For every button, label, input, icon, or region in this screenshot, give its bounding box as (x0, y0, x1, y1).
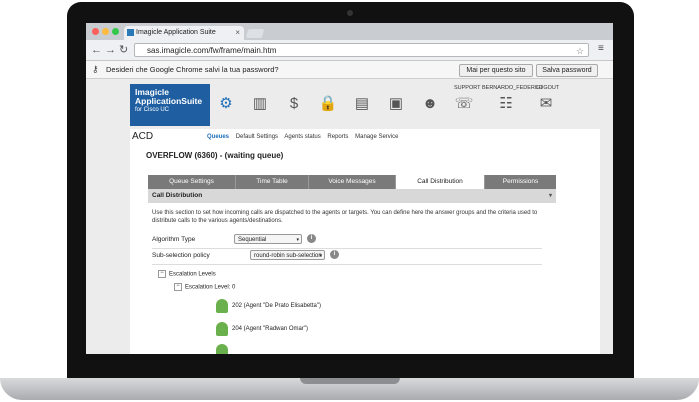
close-tab-icon[interactable]: × (235, 26, 240, 40)
chrome-menu-icon[interactable]: ≡ (598, 43, 604, 54)
brand-line3: for Cisco UC (135, 107, 170, 113)
tab-voice-messages[interactable]: Voice Messages (309, 175, 396, 189)
back-icon[interactable]: ← (91, 43, 102, 57)
zoom-window-button[interactable] (112, 28, 119, 35)
minimize-window-button[interactable] (102, 28, 109, 35)
close-window-button[interactable] (92, 28, 99, 35)
camera (347, 10, 353, 16)
agent-item[interactable]: 202 (Agent "De Prato Elisabetta") (216, 299, 321, 313)
subselection-value: round-robin sub-selection (254, 253, 322, 259)
panel-title: Call Distribution (152, 192, 203, 199)
top-icon-bar: ⚙ ▥ $ 🔒 ▤ ▣ ☻ ☏ ☷ ✉ SUPPORT BERNARDO_FED… (214, 84, 594, 126)
subnav-agents-status[interactable]: Agents status (284, 134, 320, 140)
browser-tab[interactable]: Imagicle Application Suite × (124, 26, 244, 40)
never-save-button[interactable]: Mai per questo sito (459, 64, 533, 77)
algorithm-label: Algorithm Type (152, 236, 196, 243)
subselection-row: Sub-selection policy round-robin sub-sel… (152, 249, 542, 265)
favicon-icon (127, 29, 134, 36)
user-icon[interactable]: ☷ (496, 95, 516, 113)
laptop-base (0, 378, 699, 400)
info-icon[interactable]: i (307, 234, 316, 243)
agent-icon (216, 299, 228, 313)
subnav-reports[interactable]: Reports (327, 134, 348, 140)
contacts-icon[interactable]: ☻ (420, 95, 440, 113)
tab-bar: Imagicle Application Suite × (86, 23, 613, 40)
support-link[interactable]: SUPPORT (454, 85, 481, 91)
escalation-levels-label: Escalation Levels (169, 271, 216, 278)
app-area: Imagicle ApplicationSuite for Cisco UC ⚙… (86, 79, 613, 354)
agent-icon (216, 322, 228, 336)
algorithm-row: Algorithm Type Sequential ▾ i (152, 233, 542, 249)
gear-icon[interactable]: ⚙ (216, 95, 236, 113)
info-icon[interactable]: i (330, 250, 339, 259)
escalation-level-label: Escalation Level: 0 (185, 284, 236, 291)
url-text: sas.imagicle.com/fw/frame/main.htm (147, 46, 277, 55)
address-bar[interactable]: sas.imagicle.com/fw/frame/main.htm ☆ (134, 43, 589, 57)
logout-icon[interactable]: ✉ (536, 95, 556, 113)
collapse-icon[interactable]: − (158, 270, 166, 278)
chevron-down-icon: ▾ (319, 253, 322, 259)
collapse-icon[interactable]: − (174, 283, 182, 291)
sub-navigation: Queues Default Settings Agents status Re… (207, 134, 403, 140)
voicemail-icon[interactable]: ▣ (386, 95, 406, 113)
settings-tabs: Queue Settings Time Table Voice Messages… (148, 175, 556, 189)
fax-icon[interactable]: ▤ (352, 95, 372, 113)
support-icon[interactable]: ☏ (454, 95, 474, 113)
tab-title: Imagicle Application Suite (136, 29, 216, 36)
subselection-select[interactable]: round-robin sub-selection ▾ (250, 250, 325, 260)
agent-label: 204 (Agent "Radwan Omar") (232, 326, 308, 332)
escalation-level-node[interactable]: − Escalation Level: 0 (174, 283, 235, 291)
chevron-down-icon: ▾ (296, 237, 299, 243)
key-icon: ⚷ (92, 64, 99, 74)
subnav-default-settings[interactable]: Default Settings (236, 134, 278, 140)
brand-logo[interactable]: Imagicle ApplicationSuite for Cisco UC (130, 84, 210, 126)
bar-chart-icon[interactable]: ▥ (250, 95, 270, 113)
forward-icon[interactable]: → (105, 43, 116, 57)
base-notch (300, 378, 400, 384)
agent-icon (216, 344, 228, 354)
dollar-icon[interactable]: $ (284, 95, 304, 113)
password-infobar: ⚷ Desideri che Google Chrome salvi la tu… (86, 61, 613, 79)
tab-time-table[interactable]: Time Table (236, 175, 309, 189)
bookmark-star-icon[interactable]: ☆ (576, 44, 584, 58)
browser-toolbar: ← → ↻ sas.imagicle.com/fw/frame/main.htm… (86, 40, 613, 61)
password-prompt: Desideri che Google Chrome salvi la tua … (106, 65, 279, 74)
agent-label: 202 (Agent "De Prato Elisabetta") (232, 303, 321, 309)
tab-call-distribution[interactable]: Call Distribution (396, 175, 485, 189)
subselection-label: Sub-selection policy (152, 252, 210, 259)
agent-item[interactable]: 204 (Agent "Radwan Omar") (216, 322, 308, 336)
logout-link[interactable]: LOGOUT (536, 85, 559, 91)
save-password-button[interactable]: Salva password (536, 64, 598, 77)
escalation-levels-node[interactable]: − Escalation Levels (158, 270, 216, 278)
user-link[interactable]: BERNARDO_FEDERIGI (482, 85, 542, 91)
collapse-caret-icon[interactable]: ▾ (549, 189, 552, 203)
panel-description: Use this section to set how incoming cal… (152, 210, 538, 224)
subnav-manage-service[interactable]: Manage Service (355, 134, 398, 140)
algorithm-value: Sequential (238, 237, 267, 243)
main-content: ACD Queues Default Settings Agents statu… (130, 129, 600, 354)
screen: Imagicle Application Suite × ← → ↻ sas.i… (86, 23, 613, 354)
algorithm-select[interactable]: Sequential ▾ (234, 234, 302, 244)
queue-title: OVERFLOW (6360) - (waiting queue) (146, 151, 284, 160)
subnav-queues[interactable]: Queues (207, 134, 229, 140)
panel-header[interactable]: Call Distribution ▾ (148, 189, 556, 203)
tab-queue-settings[interactable]: Queue Settings (148, 175, 236, 189)
lock-icon[interactable]: 🔒 (318, 95, 338, 113)
page-title: ACD (132, 131, 154, 142)
new-tab-button[interactable] (245, 29, 265, 38)
tab-permissions[interactable]: Permissions (485, 175, 556, 189)
reload-icon[interactable]: ↻ (119, 43, 128, 57)
brand-line2: ApplicationSuite (135, 96, 203, 106)
